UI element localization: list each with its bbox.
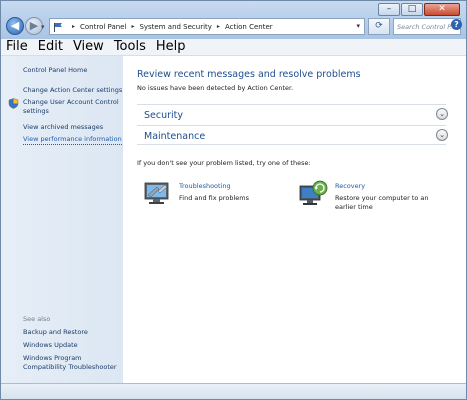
- minimize-button[interactable]: –: [378, 3, 400, 16]
- action-center-window: – □ ✕ ◀ ▶ ▾ ▸ Control Panel ▸ System and…: [0, 0, 467, 400]
- menu-view[interactable]: View: [68, 39, 109, 55]
- expand-security-chevron-icon[interactable]: ⌄: [436, 108, 448, 120]
- sidebar-windows-update[interactable]: Windows Update: [23, 341, 78, 350]
- no-issues-message: No issues have been detected by Action C…: [137, 84, 294, 92]
- recovery-tool[interactable]: Recovery Restore your computer to an ear…: [299, 180, 449, 214]
- search-placeholder: Search Control P...: [397, 23, 457, 31]
- sidebar-link-label: Change User Account Control: [23, 98, 119, 106]
- maximize-button[interactable]: □: [401, 3, 423, 16]
- refresh-button[interactable]: ⟳: [368, 18, 390, 35]
- security-section-label: Security: [144, 110, 184, 121]
- sidebar-change-action-center-settings[interactable]: Change Action Center settings: [23, 86, 122, 95]
- flag-icon: [54, 22, 62, 32]
- sidebar-view-archived-messages[interactable]: View archived messages: [23, 123, 103, 132]
- back-button[interactable]: ◀: [6, 17, 24, 35]
- troubleshooting-description: Find and fix problems: [179, 194, 249, 202]
- sidebar-backup-and-restore[interactable]: Backup and Restore: [23, 328, 88, 337]
- sidebar-change-uac-settings[interactable]: Change User Account Control settings: [23, 98, 119, 115]
- sidebar-link-label: Compatibility Troubleshooter: [23, 362, 117, 371]
- sidebar-control-panel-home[interactable]: Control Panel Home: [23, 66, 87, 75]
- recovery-icon: [299, 180, 328, 205]
- maintenance-section-label: Maintenance: [144, 131, 206, 142]
- troubleshooting-tool[interactable]: Troubleshooting Find and fix problems: [143, 180, 283, 210]
- try-one-of-these-text: If you don't see your problem listed, tr…: [137, 159, 311, 167]
- address-separator: ▸: [131, 23, 135, 30]
- page-title: Review recent messages and resolve probl…: [137, 69, 361, 80]
- troubleshooting-link[interactable]: Troubleshooting: [179, 182, 231, 190]
- title-bar: – □ ✕ ◀ ▶ ▾ ▸ Control Panel ▸ System and…: [1, 1, 466, 39]
- sidebar-link-label: settings: [23, 106, 49, 115]
- shield-icon: [8, 98, 19, 109]
- menu-edit[interactable]: Edit: [33, 39, 68, 55]
- sidebar-view-performance-information[interactable]: View performance information: [23, 135, 122, 145]
- security-section[interactable]: Security ⌄: [137, 104, 448, 124]
- recovery-description-line-1: Restore your computer to an: [335, 194, 429, 202]
- breadcrumb-action-center[interactable]: Action Center: [225, 23, 273, 31]
- maintenance-section[interactable]: Maintenance ⌄: [137, 125, 448, 145]
- address-separator: ▸: [72, 23, 76, 30]
- menu-bar: File Edit View Tools Help: [1, 39, 466, 56]
- recovery-description-line-2: earlier time: [335, 203, 373, 211]
- see-also-heading: See also: [23, 315, 51, 323]
- status-bar: [1, 383, 466, 399]
- menu-help[interactable]: Help: [151, 39, 191, 55]
- help-icon[interactable]: ?: [451, 19, 462, 30]
- troubleshooting-icon: [144, 182, 169, 204]
- address-bar[interactable]: ▸ Control Panel ▸ System and Security ▸ …: [49, 18, 365, 35]
- recent-pages-dropdown[interactable]: ▾: [41, 23, 45, 31]
- expand-maintenance-chevron-icon[interactable]: ⌄: [436, 129, 448, 141]
- sidebar-windows-program-compatibility-troubleshooter[interactable]: Windows Program Compatibility Troublesho…: [23, 354, 117, 371]
- breadcrumb-system-and-security[interactable]: System and Security: [139, 23, 211, 31]
- address-dropdown-icon[interactable]: ▾: [356, 22, 360, 30]
- breadcrumb-control-panel[interactable]: Control Panel: [80, 23, 126, 31]
- address-separator: ▸: [216, 23, 220, 30]
- main-content: Review recent messages and resolve probl…: [123, 56, 466, 383]
- recovery-link[interactable]: Recovery: [335, 182, 365, 190]
- menu-tools[interactable]: Tools: [109, 39, 151, 55]
- close-button[interactable]: ✕: [424, 3, 460, 16]
- sidebar-link-label: Windows Program: [23, 354, 82, 362]
- window-controls: – □ ✕: [377, 3, 460, 16]
- sidebar: Control Panel Home Change Action Center …: [1, 56, 123, 383]
- menu-file[interactable]: File: [1, 39, 33, 55]
